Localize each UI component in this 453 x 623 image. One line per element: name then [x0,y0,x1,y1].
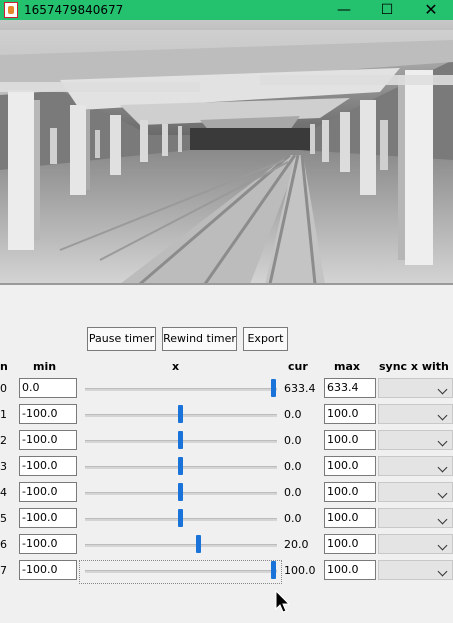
slider-thumb[interactable] [177,509,183,527]
sync-x-dropdown[interactable] [378,404,453,424]
row-index-label: 4 [0,486,7,499]
max-field[interactable]: 100.0 [324,430,376,450]
java-app-icon [4,2,18,18]
row-index-label: 2 [0,434,7,447]
chevron-down-icon [437,384,448,395]
max-field[interactable]: 633.4 [324,378,376,398]
current-value-label: 100.0 [284,564,316,577]
viewport-divider [0,283,453,285]
header-slider: x [172,360,180,373]
pause-timer-button[interactable]: Pause timer [87,327,156,351]
current-value-label: 633.4 [284,382,316,395]
sync-x-dropdown[interactable] [378,378,453,398]
sync-x-dropdown[interactable] [378,430,453,450]
row-index-label: 1 [0,408,7,421]
chevron-down-icon [437,488,448,499]
max-field[interactable]: 100.0 [324,482,376,502]
current-value-label: 20.0 [284,538,309,551]
max-field[interactable]: 100.0 [324,456,376,476]
sync-x-dropdown[interactable] [378,560,453,580]
chevron-down-icon [437,462,448,473]
sync-x-dropdown[interactable] [378,508,453,528]
chevron-down-icon [437,514,448,525]
slider-track[interactable] [85,388,277,391]
min-field[interactable]: 0.0 [19,378,77,398]
min-field[interactable]: -100.0 [19,404,77,424]
window-title: 1657479840677 [24,3,124,17]
header-max: max [334,360,360,373]
min-field[interactable]: -100.0 [19,508,77,528]
maximize-button[interactable]: ☐ [364,0,410,20]
min-field[interactable]: -100.0 [19,430,77,450]
max-field[interactable]: 100.0 [324,560,376,580]
row-index-label: 3 [0,460,7,473]
header-min: min [33,360,57,373]
sync-x-dropdown[interactable] [378,482,453,502]
row-index-label: 0 [0,382,7,395]
min-field[interactable]: -100.0 [19,560,77,580]
close-button[interactable]: ✕ [408,0,453,20]
current-value-label: 0.0 [284,434,302,447]
current-value-label: 0.0 [284,408,302,421]
header-cur: cur [288,360,308,373]
slider-thumb[interactable] [271,379,276,397]
slider-thumb[interactable] [196,535,202,553]
sync-x-dropdown[interactable] [378,456,453,476]
render-viewport[interactable] [0,20,453,284]
row-index-label: 7 [0,564,7,577]
current-value-label: 0.0 [284,460,302,473]
min-field[interactable]: -100.0 [19,534,77,554]
slider-track[interactable] [85,544,277,547]
row-index-label: 5 [0,512,7,525]
title-bar: 1657479840677 — ☐ ✕ [0,0,453,20]
row-index-label: 6 [0,538,7,551]
current-value-label: 0.0 [284,486,302,499]
sync-x-dropdown[interactable] [378,534,453,554]
tunnel-scene-image [0,20,453,284]
slider-thumb[interactable] [177,457,183,475]
rewind-timer-button[interactable]: Rewind timer [162,327,237,351]
header-sync: sync x with [379,360,449,373]
min-field[interactable]: -100.0 [19,456,77,476]
max-field[interactable]: 100.0 [324,534,376,554]
min-field[interactable]: -100.0 [19,482,77,502]
chevron-down-icon [437,410,448,421]
mouse-cursor-icon [275,590,291,613]
chevron-down-icon [437,566,448,577]
chevron-down-icon [437,540,448,551]
export-button[interactable]: Export [243,327,288,351]
minimize-button[interactable]: — [321,0,367,20]
max-field[interactable]: 100.0 [324,508,376,528]
slider-focus-ring [79,560,282,584]
current-value-label: 0.0 [284,512,302,525]
chevron-down-icon [437,436,448,447]
slider-thumb[interactable] [177,431,183,449]
slider-thumb[interactable] [177,405,183,423]
max-field[interactable]: 100.0 [324,404,376,424]
header-index: n [0,360,8,373]
slider-thumb[interactable] [177,483,183,501]
